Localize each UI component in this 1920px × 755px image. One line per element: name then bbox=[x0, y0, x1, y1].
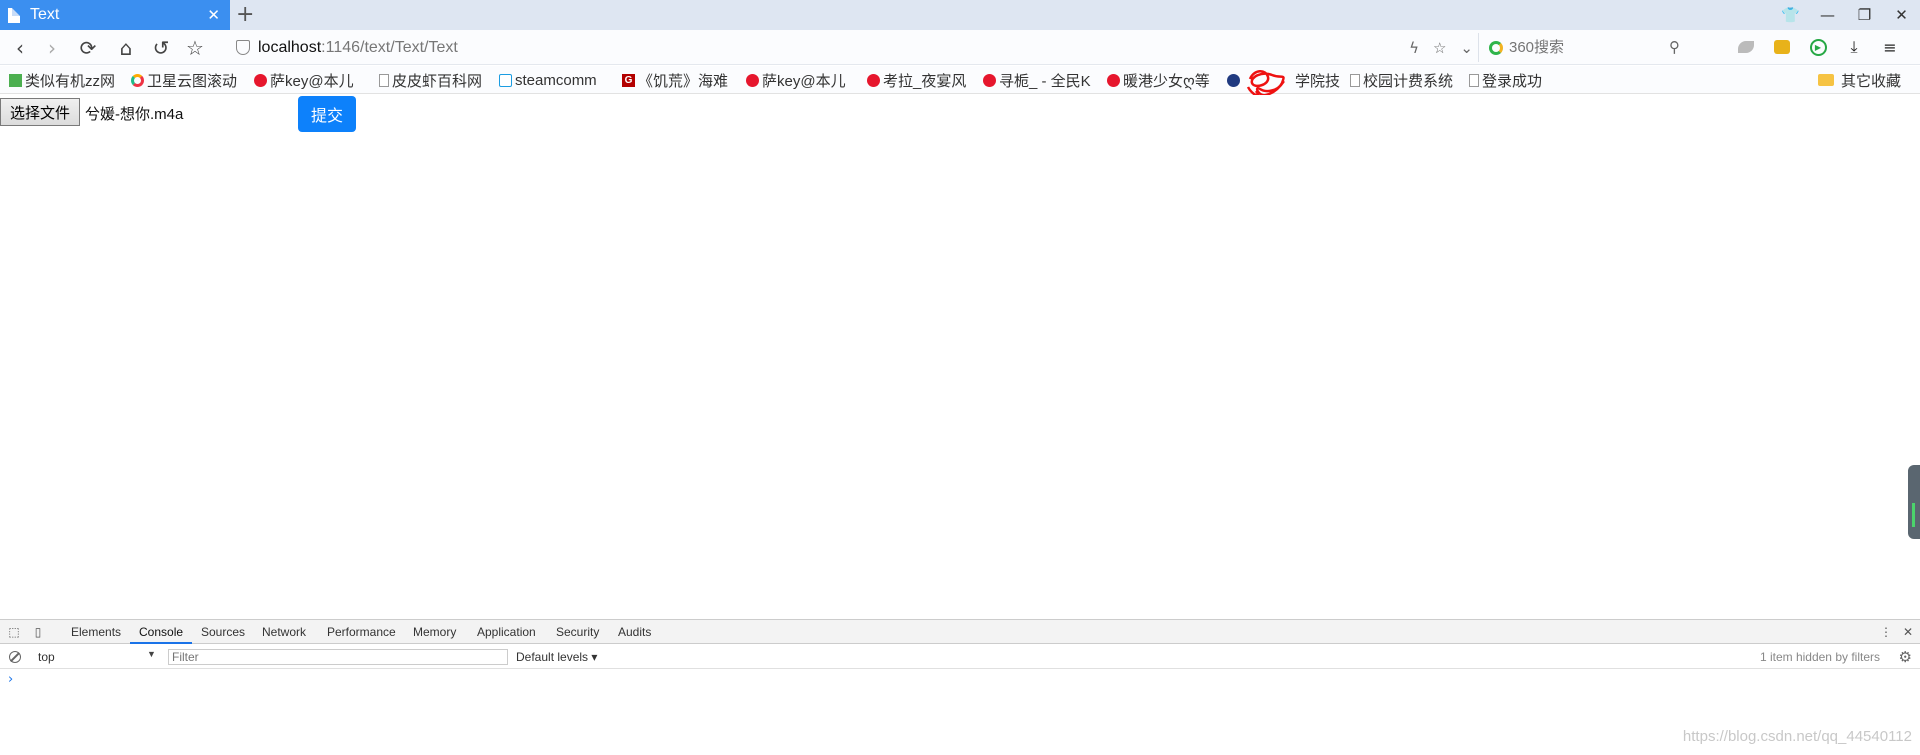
url-text[interactable]: localhost:1146/text/Text/Text bbox=[258, 39, 458, 57]
weibo-icon bbox=[746, 73, 759, 87]
devtools-tab-elements[interactable]: Elements bbox=[71, 620, 121, 644]
bookmark-item[interactable]: 萨key@本儿 bbox=[746, 70, 846, 90]
skin-icon[interactable]: 👕 bbox=[1772, 0, 1809, 30]
browser-window: Text ✕ + 👕 — ❐ ✕ ‹ › ⟳ ⌂ ↺ ☆ localhost:1… bbox=[0, 0, 1920, 755]
devtools-tab-network[interactable]: Network bbox=[262, 620, 306, 644]
devtools-tab-security[interactable]: Security bbox=[556, 620, 599, 644]
forward-button[interactable]: › bbox=[38, 34, 66, 62]
page-icon bbox=[8, 7, 20, 23]
side-panel-handle[interactable] bbox=[1908, 465, 1920, 539]
bookmark-item[interactable]: 萨key@本儿 bbox=[254, 70, 354, 90]
minimize-button[interactable]: — bbox=[1809, 0, 1846, 30]
bookmark-item[interactable]: 考拉_夜宴风 bbox=[867, 70, 966, 90]
reload-button[interactable]: ⟳ bbox=[74, 34, 102, 62]
menu-icon[interactable]: ≡ bbox=[1878, 35, 1902, 59]
leaf-icon[interactable] bbox=[1734, 35, 1758, 59]
devtools-tab-application[interactable]: Application bbox=[477, 620, 536, 644]
submit-button[interactable]: 提交 bbox=[298, 96, 356, 132]
new-tab-button[interactable]: + bbox=[236, 2, 254, 28]
search-box[interactable]: ⚲ bbox=[1478, 33, 1690, 62]
bookmark-item[interactable]: G 《饥荒》海难 bbox=[622, 70, 728, 90]
console-toolbar: top ▼ Default levels ▾ 1 item hidden by … bbox=[0, 645, 1920, 669]
shield-icon bbox=[236, 40, 250, 55]
devtools-tab-memory[interactable]: Memory bbox=[413, 620, 456, 644]
gear-icon[interactable]: ⚙ bbox=[1899, 648, 1912, 666]
mascot-icon[interactable] bbox=[1770, 35, 1794, 59]
inspect-element-icon[interactable]: ⬚ bbox=[6, 624, 22, 640]
weibo-icon bbox=[254, 73, 267, 87]
console-filter-input[interactable] bbox=[168, 649, 508, 665]
page-icon bbox=[1469, 73, 1479, 87]
hidden-items-note: 1 item hidden by filters bbox=[1759, 650, 1880, 664]
devtools-tab-sources[interactable]: Sources bbox=[201, 620, 245, 644]
devtools-tab-console[interactable]: Console bbox=[130, 620, 193, 644]
log-levels-dropdown[interactable]: Default levels ▾ bbox=[516, 650, 597, 664]
devtools-tab-bar: ⬚ ▯ Elements Console Sources Network Per… bbox=[0, 620, 1920, 644]
device-toolbar-icon[interactable]: ▯ bbox=[30, 624, 46, 640]
bookmark-item[interactable]: 暖港少女ღ等 bbox=[1107, 70, 1210, 90]
context-selector[interactable]: top bbox=[38, 650, 158, 664]
bookmarks-bar: 类似有机zz网 卫星云图滚动 萨key@本儿 皮皮虾百科网 steamcomm … bbox=[0, 66, 1920, 94]
bookmark-item[interactable]: 登录成功 bbox=[1469, 70, 1542, 90]
play-icon[interactable]: ▶ bbox=[1806, 35, 1830, 59]
search-engine-logo-icon bbox=[1489, 40, 1503, 55]
chevron-down-icon[interactable]: ⌄ bbox=[1460, 39, 1473, 57]
page-content: 选择文件 兮媛-想你.m4a 提交 bbox=[0, 95, 1920, 619]
bolt-icon[interactable]: ϟ bbox=[1409, 39, 1419, 57]
extension-icons: ▶ ⤓ ≡ bbox=[1704, 35, 1902, 59]
steam-icon bbox=[499, 73, 512, 87]
restore-button[interactable]: ❐ bbox=[1846, 0, 1883, 30]
page-icon bbox=[1350, 73, 1360, 87]
search-icon[interactable]: ⚲ bbox=[1669, 38, 1680, 56]
tab-strip: Text ✕ + 👕 — ❐ ✕ bbox=[0, 0, 1920, 30]
weibo-icon bbox=[983, 73, 996, 87]
bookmark-item[interactable]: 校园计费系统 bbox=[1350, 70, 1453, 90]
weibo-icon bbox=[867, 73, 880, 87]
devtools-tab-audits[interactable]: Audits bbox=[618, 620, 651, 644]
swirl-icon bbox=[131, 73, 144, 87]
status-bar-icon bbox=[1912, 503, 1915, 527]
window-controls: 👕 — ❐ ✕ bbox=[1772, 0, 1920, 30]
apps-grid-icon[interactable] bbox=[1704, 38, 1722, 56]
page-icon bbox=[379, 73, 389, 87]
globe-icon bbox=[1227, 73, 1240, 87]
watermark: https://blog.csdn.net/qq_44540112 bbox=[1682, 728, 1912, 745]
home-button[interactable]: ⌂ bbox=[112, 34, 140, 62]
close-devtools-icon[interactable]: ✕ bbox=[1900, 624, 1916, 640]
bookmark-item[interactable]: steamcomm bbox=[499, 70, 597, 90]
tab-title: Text bbox=[30, 6, 60, 23]
search-input[interactable] bbox=[1509, 39, 1659, 56]
back-button[interactable]: ‹ bbox=[6, 34, 34, 62]
address-bar[interactable]: localhost:1146/text/Text/Text ϟ ☆ ⌄ bbox=[228, 33, 1473, 62]
bookmark-item[interactable]: 皮皮虾百科网 bbox=[379, 70, 482, 90]
green-square-icon bbox=[9, 73, 22, 87]
context-dropdown-icon[interactable]: ▼ bbox=[147, 649, 156, 659]
favorite-star-icon[interactable]: ☆ bbox=[1433, 39, 1446, 57]
devtools-tab-performance[interactable]: Performance bbox=[327, 620, 396, 644]
folder-icon bbox=[1818, 74, 1834, 86]
bookmark-item[interactable]: 类似有机zz网 bbox=[9, 70, 115, 90]
navigation-bar: ‹ › ⟳ ⌂ ↺ ☆ localhost:1146/text/Text/Tex… bbox=[0, 30, 1920, 65]
bookmark-star-button[interactable]: ☆ bbox=[181, 34, 209, 62]
close-window-button[interactable]: ✕ bbox=[1883, 0, 1920, 30]
tab-close-icon[interactable]: ✕ bbox=[207, 6, 220, 24]
g-icon: G bbox=[622, 73, 635, 87]
console-prompt[interactable]: › bbox=[8, 672, 13, 687]
choose-file-button[interactable]: 选择文件 bbox=[0, 98, 80, 126]
address-actions: ϟ ☆ ⌄ bbox=[1409, 39, 1473, 57]
tab-text[interactable]: Text ✕ bbox=[0, 0, 230, 30]
chosen-file-name: 兮媛-想你.m4a bbox=[85, 106, 184, 123]
bookmark-item[interactable]: 寻栀_ - 全民K bbox=[983, 70, 1091, 90]
bookmark-item[interactable]: 卫星云图滚动 bbox=[131, 70, 237, 90]
weibo-icon bbox=[1107, 73, 1120, 87]
undo-close-button[interactable]: ↺ bbox=[147, 34, 175, 62]
devtools-panel: ⬚ ▯ Elements Console Sources Network Per… bbox=[0, 619, 1920, 755]
download-icon[interactable]: ⤓ bbox=[1842, 35, 1866, 59]
clear-console-icon[interactable] bbox=[9, 651, 21, 663]
other-bookmarks-folder[interactable]: 其它收藏 bbox=[1818, 70, 1901, 90]
kebab-menu-icon[interactable]: ⋮ bbox=[1878, 624, 1894, 640]
